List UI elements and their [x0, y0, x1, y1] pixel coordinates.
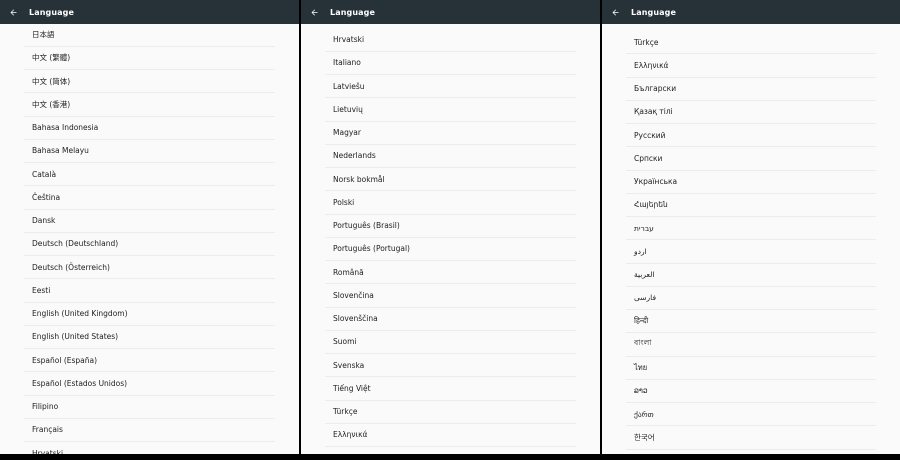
language-item[interactable]: Español (Estados Unidos) — [24, 372, 275, 396]
language-item[interactable]: Magyar — [325, 122, 576, 145]
app-bar: Language — [0, 0, 299, 24]
language-item[interactable]: العربية — [626, 264, 876, 287]
language-item[interactable]: English (United Kingdom) — [24, 303, 275, 326]
language-item[interactable]: Հայերեն — [626, 194, 876, 217]
language-screen-3: Language Türkçe Ελληνικά Български Қазақ… — [602, 0, 900, 454]
page-title: Language — [631, 7, 676, 17]
language-item[interactable]: Filipino — [24, 396, 275, 419]
language-item[interactable]: Latviešu — [325, 75, 576, 99]
page-title: Language — [330, 7, 375, 17]
language-item[interactable]: Română — [325, 261, 576, 285]
language-item[interactable]: فارسی — [626, 287, 876, 310]
language-item[interactable]: Deutsch (Deutschland) — [24, 233, 275, 256]
arrow-back-icon — [10, 9, 16, 15]
language-item[interactable]: Lietuvių — [325, 98, 576, 122]
language-screen-2: Language Hrvatski Italiano Latviešu Liet… — [301, 0, 600, 454]
language-item[interactable]: Hrvatski — [325, 29, 576, 52]
language-item[interactable]: اردو — [626, 240, 876, 264]
language-item[interactable]: Nederlands — [325, 145, 576, 168]
language-item[interactable]: বাংলা — [626, 333, 876, 357]
language-list: Türkçe Ελληνικά Български Қазақ тілі Рус… — [626, 31, 876, 450]
arrow-back-icon — [311, 9, 317, 15]
language-item[interactable]: Türkçe — [626, 31, 876, 55]
language-item[interactable]: Bahasa Melayu — [24, 140, 275, 163]
back-button[interactable] — [603, 0, 627, 24]
language-item[interactable]: 日本語 — [24, 24, 275, 47]
language-item[interactable]: ქართ — [626, 403, 876, 427]
language-item[interactable]: Español (España) — [24, 349, 275, 373]
language-item[interactable]: Eesti — [24, 279, 275, 303]
language-item[interactable]: Tiếng Việt — [325, 377, 576, 401]
language-list: 日本語 中文 (繁體) 中文 (简体) 中文 (香港) Bahasa Indon… — [24, 24, 275, 454]
language-item[interactable]: Čeština — [24, 186, 275, 210]
language-item[interactable]: Bahasa Indonesia — [24, 117, 275, 140]
language-item[interactable]: Српски — [626, 147, 876, 171]
language-item[interactable]: Қазақ тілі — [626, 101, 876, 124]
language-item[interactable]: Türkçe — [325, 401, 576, 424]
language-item[interactable]: 中文 (简体) — [24, 70, 275, 94]
language-item[interactable]: Deutsch (Österreich) — [24, 256, 275, 280]
language-item[interactable]: Català — [24, 163, 275, 187]
language-item[interactable]: Polski — [325, 191, 576, 215]
language-item[interactable]: Українська — [626, 171, 876, 194]
app-bar: Language — [301, 0, 600, 24]
language-list: Hrvatski Italiano Latviešu Lietuvių Magy… — [325, 29, 576, 447]
page-title: Language — [29, 7, 74, 17]
language-screen-1: Language 日本語 中文 (繁體) 中文 (简体) 中文 (香港) Bah… — [0, 0, 299, 454]
arrow-back-icon — [612, 9, 618, 15]
app-bar: Language — [602, 0, 900, 24]
language-item[interactable]: Português (Portugal) — [325, 238, 576, 261]
language-item[interactable]: Français — [24, 419, 275, 442]
language-item[interactable]: 中文 (香港) — [24, 93, 275, 117]
back-button[interactable] — [302, 0, 326, 24]
language-item[interactable]: 中文 (繁體) — [24, 47, 275, 70]
language-item[interactable]: Slovenčina — [325, 284, 576, 308]
language-item[interactable]: ລາວ — [626, 380, 876, 403]
language-item[interactable]: Suomi — [325, 331, 576, 354]
language-item[interactable]: ไทย — [626, 357, 876, 380]
language-item[interactable]: English (United States) — [24, 326, 275, 349]
language-item[interactable]: Italiano — [325, 52, 576, 75]
language-item[interactable]: Dansk — [24, 210, 275, 233]
language-item[interactable]: Русский — [626, 124, 876, 148]
language-item[interactable]: 한국어 — [626, 426, 876, 450]
language-item[interactable]: Português (Brasil) — [325, 215, 576, 238]
language-item[interactable]: Hrvatski — [24, 442, 275, 454]
language-item[interactable]: Ελληνικά — [626, 54, 876, 78]
language-item[interactable]: Norsk bokmål — [325, 168, 576, 192]
language-item[interactable]: עברית — [626, 217, 876, 241]
language-item[interactable]: Svenska — [325, 354, 576, 378]
language-item[interactable]: Български — [626, 78, 876, 101]
language-item[interactable]: हिन्दी — [626, 310, 876, 334]
back-button[interactable] — [1, 0, 25, 24]
language-item[interactable]: Ελληνικά — [325, 424, 576, 447]
language-item[interactable]: Slovenščina — [325, 308, 576, 331]
